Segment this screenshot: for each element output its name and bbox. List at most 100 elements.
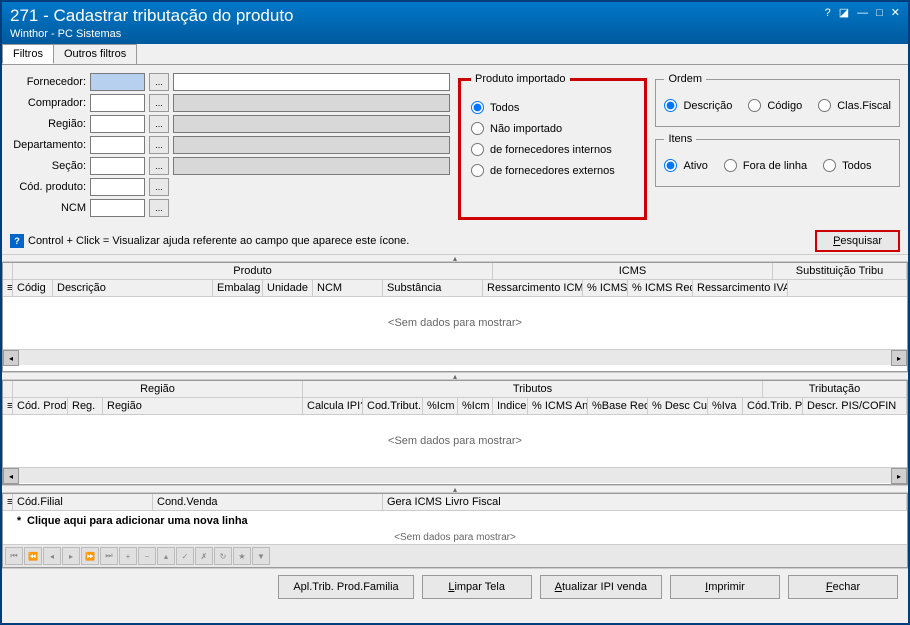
col-unidade[interactable]: Unidade: [263, 280, 313, 296]
col-embalagem[interactable]: Embalag: [213, 280, 263, 296]
col-condvenda[interactable]: Cond.Venda: [153, 494, 383, 510]
col-pctbasered[interactable]: %Base Red.: [588, 398, 648, 414]
col-ress-icms[interactable]: Ressarcimento ICMS: [483, 280, 583, 296]
help-icon[interactable]: ?: [825, 7, 831, 19]
col-descrpis[interactable]: Descr. PIS/COFIN: [803, 398, 907, 414]
input-ncm[interactable]: [90, 199, 145, 217]
col-codigo[interactable]: Códig: [13, 280, 53, 296]
col-codfilial[interactable]: Cód.Filial: [13, 494, 153, 510]
pesquisar-button[interactable]: Pesquisar: [815, 230, 900, 252]
radio-todos[interactable]: Todos: [471, 101, 634, 114]
col-regiao[interactable]: Região: [103, 398, 303, 414]
input-codproduto[interactable]: [90, 178, 145, 196]
col-pcticm1[interactable]: %Icm: [423, 398, 458, 414]
radio-codigo[interactable]: Código: [748, 99, 802, 112]
col-pctdesccus[interactable]: % Desc Cus: [648, 398, 708, 414]
lookup-regiao[interactable]: ...: [149, 115, 169, 133]
edit-icon[interactable]: ◪: [839, 6, 849, 19]
tab-filtros[interactable]: Filtros: [2, 44, 54, 64]
lookup-departamento[interactable]: ...: [149, 136, 169, 154]
grid2-scrollbar[interactable]: ◂ ▸: [3, 467, 907, 483]
input-departamento-code[interactable]: [90, 136, 145, 154]
lookup-comprador[interactable]: ...: [149, 94, 169, 112]
limpar-tela-button[interactable]: Limpar Tela: [422, 575, 532, 599]
imprimir-button[interactable]: Imprimir: [670, 575, 780, 599]
col-codtribpi[interactable]: Cód.Trib. PI: [743, 398, 803, 414]
close-icon[interactable]: ✕: [891, 6, 900, 19]
col-geraicms[interactable]: Gera ICMS Livro Fiscal: [383, 494, 907, 510]
col-ncm[interactable]: NCM: [313, 280, 383, 296]
star-icon: *: [11, 515, 27, 527]
input-fornecedor-desc[interactable]: [173, 73, 450, 91]
fechar-button[interactable]: Fechar: [788, 575, 898, 599]
radio-ativo[interactable]: Ativo: [664, 159, 707, 172]
scroll-left-icon[interactable]: ◂: [3, 350, 19, 366]
col-calcipi[interactable]: Calcula IPI?: [303, 398, 363, 414]
input-secao-code[interactable]: [90, 157, 145, 175]
nav-filter-icon[interactable]: ▼: [252, 547, 270, 565]
nav-next-icon[interactable]: ▸: [62, 547, 80, 565]
col-indice[interactable]: Indice: [493, 398, 528, 414]
tab-bar: Filtros Outros filtros: [2, 44, 908, 65]
apl-trib-button[interactable]: Apl.Trib. Prod.Familia: [278, 575, 413, 599]
radio-nao-importado[interactable]: Não importado: [471, 122, 634, 135]
atualizar-ipi-button[interactable]: Atualizar IPI venda: [540, 575, 662, 599]
radio-descricao[interactable]: Descrição: [664, 99, 732, 112]
col-codtribut[interactable]: Cod.Tribut.: [363, 398, 423, 414]
radio-forn-internos[interactable]: de fornecedores internos: [471, 143, 634, 156]
col-pcticm2[interactable]: %Icm: [458, 398, 493, 414]
minimize-icon[interactable]: ―: [857, 7, 868, 19]
nav-delete-icon[interactable]: −: [138, 547, 156, 565]
splitter-3[interactable]: ▴: [2, 485, 908, 493]
lookup-ncm[interactable]: ...: [149, 199, 169, 217]
nav-bookmark-icon[interactable]: ★: [233, 547, 251, 565]
radio-clasfiscal[interactable]: Clas.Fiscal: [818, 99, 891, 112]
nav-first-icon[interactable]: ⏮: [5, 547, 23, 565]
input-regiao-code[interactable]: [90, 115, 145, 133]
input-regiao-desc: [173, 115, 450, 133]
nav-refresh-icon[interactable]: ↻: [214, 547, 232, 565]
col-descricao[interactable]: Descrição: [53, 280, 213, 296]
scroll-right-icon[interactable]: ▸: [891, 350, 907, 366]
nav-last-icon[interactable]: ⏭: [100, 547, 118, 565]
col-pcticmsant[interactable]: % ICMS Ant: [528, 398, 588, 414]
grid-filial: ≡ Cód.Filial Cond.Venda Gera ICMS Livro …: [2, 493, 908, 568]
input-comprador-code[interactable]: [90, 94, 145, 112]
col-codprod[interactable]: Cód. Prod: [13, 398, 68, 414]
col-ress-iva[interactable]: Ressarcimento IVA: [693, 280, 788, 296]
group-tributos: Tributos: [303, 381, 763, 397]
record-navigator: ⏮ ⏪ ◂ ▸ ⏩ ⏭ + − ▴ ✓ ✗ ↻ ★ ▼: [3, 544, 907, 567]
legend-itens: Itens: [664, 133, 696, 145]
nav-cancel-icon[interactable]: ✗: [195, 547, 213, 565]
grid1-scrollbar[interactable]: ◂ ▸: [3, 349, 907, 365]
lookup-codproduto[interactable]: ...: [149, 178, 169, 196]
scroll-right-icon[interactable]: ▸: [891, 468, 907, 484]
help-hint-icon: ?: [10, 234, 24, 248]
col-pct-icms[interactable]: % ICMS: [583, 280, 628, 296]
nav-add-icon[interactable]: +: [119, 547, 137, 565]
input-departamento-desc: [173, 136, 450, 154]
radio-itens-todos[interactable]: Todos: [823, 159, 871, 172]
input-fornecedor-code[interactable]: [90, 73, 145, 91]
radio-fora-linha[interactable]: Fora de linha: [724, 159, 807, 172]
tab-outros-filtros[interactable]: Outros filtros: [53, 44, 137, 64]
splitter-1[interactable]: ▴: [2, 254, 908, 262]
radio-forn-externos[interactable]: de fornecedores externos: [471, 164, 634, 177]
scroll-left-icon[interactable]: ◂: [3, 468, 19, 484]
nav-next-page-icon[interactable]: ⏩: [81, 547, 99, 565]
col-substancia[interactable]: Substância: [383, 280, 483, 296]
lookup-secao[interactable]: ...: [149, 157, 169, 175]
input-secao-desc: [173, 157, 450, 175]
nav-post-icon[interactable]: ✓: [176, 547, 194, 565]
splitter-2[interactable]: ▴: [2, 372, 908, 380]
col-pct-icms-red[interactable]: % ICMS Red.: [628, 280, 693, 296]
nav-edit-icon[interactable]: ▴: [157, 547, 175, 565]
lookup-fornecedor[interactable]: ...: [149, 73, 169, 91]
col-reg[interactable]: Reg.: [68, 398, 103, 414]
nav-prev-page-icon[interactable]: ⏪: [24, 547, 42, 565]
maximize-icon[interactable]: □: [876, 7, 883, 19]
label-departamento: Departamento:: [10, 139, 90, 151]
col-pctiva[interactable]: %Iva: [708, 398, 743, 414]
nav-prev-icon[interactable]: ◂: [43, 547, 61, 565]
add-row-link[interactable]: * Clique aqui para adicionar uma nova li…: [3, 511, 907, 531]
